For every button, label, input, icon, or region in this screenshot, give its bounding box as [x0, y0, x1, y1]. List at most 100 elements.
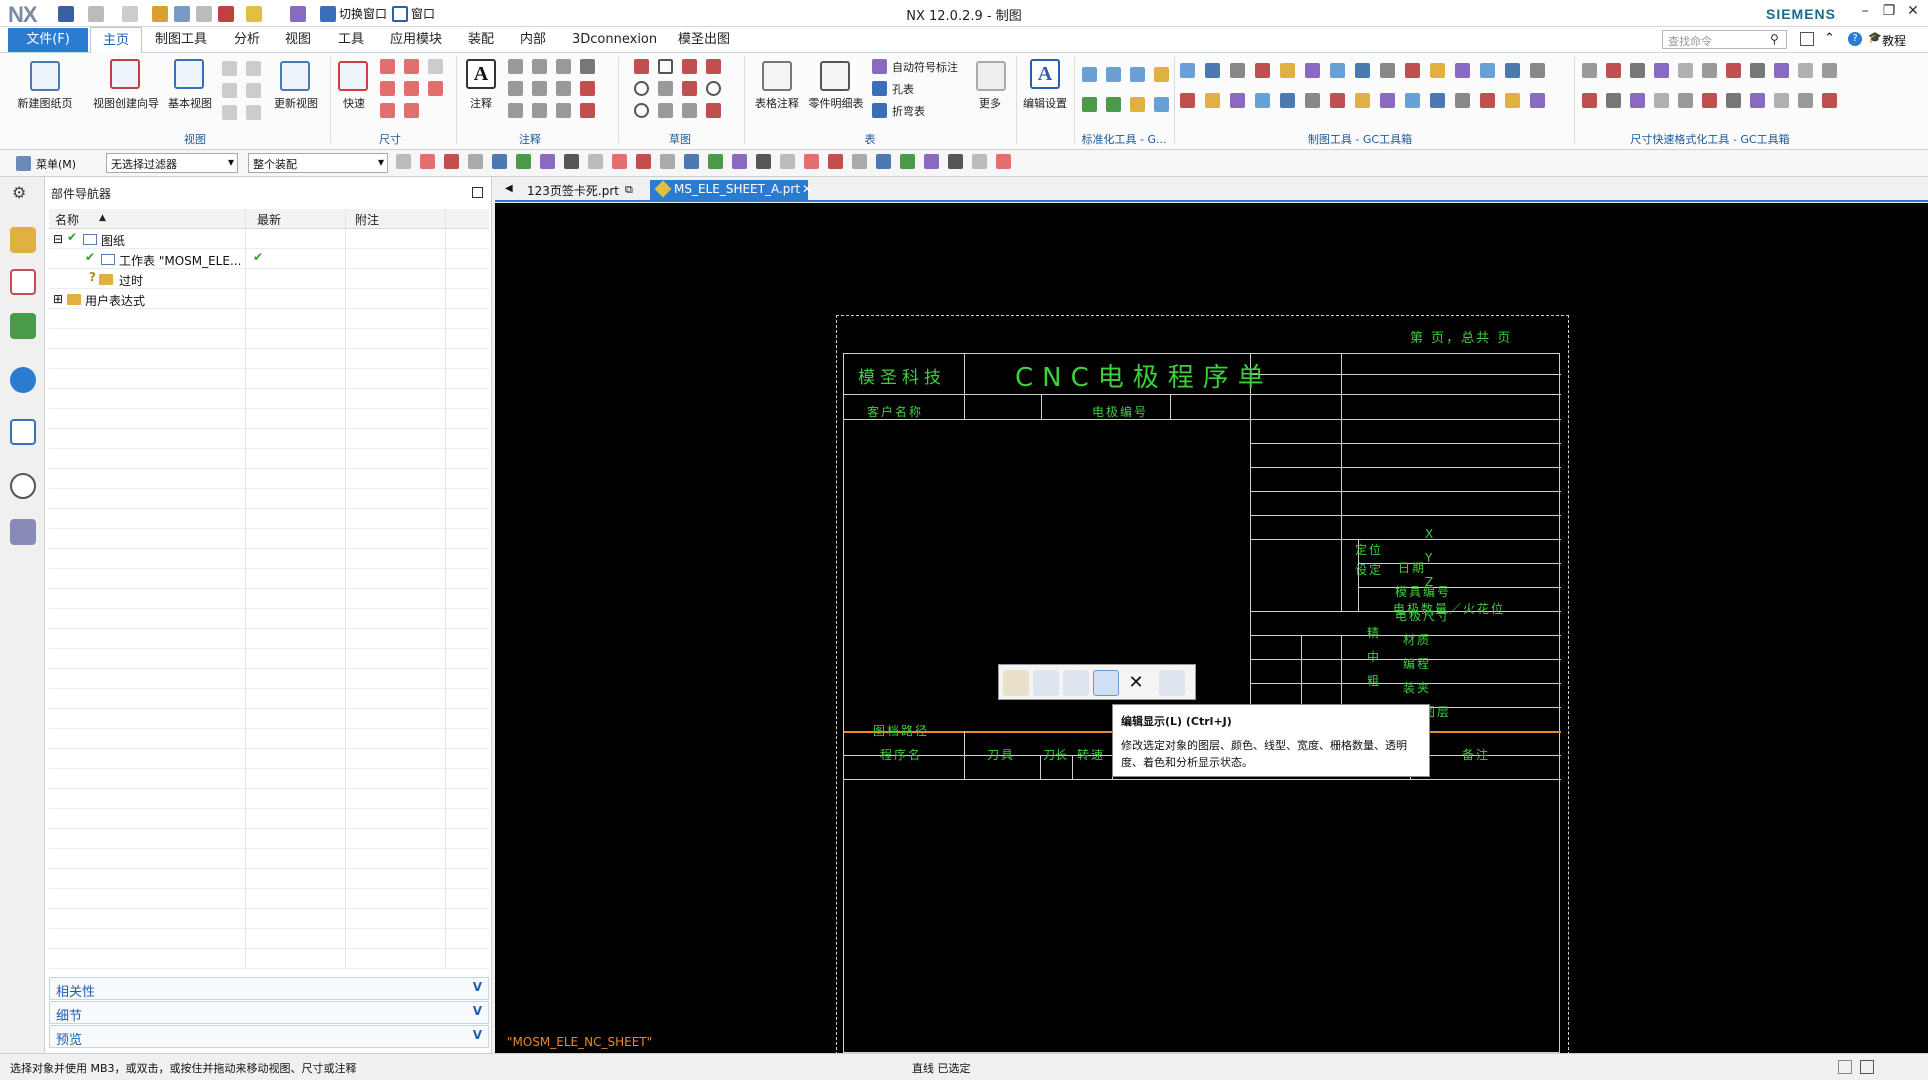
file-menu-tab[interactable]: 文件(F) [8, 28, 88, 52]
snap-icon[interactable] [828, 154, 843, 169]
window-menu-button[interactable]: 窗口 [411, 5, 435, 22]
tutorial-link[interactable]: 教程 [1882, 32, 1906, 49]
drawing-tool-icon[interactable] [1405, 93, 1420, 108]
tab-applications[interactable]: 应用模块 [378, 27, 454, 53]
dim-format-icon[interactable] [1774, 63, 1789, 78]
view-boundary-icon[interactable] [222, 105, 237, 120]
scope-select[interactable]: 整个装配 [248, 153, 388, 173]
repeat-command-icon[interactable] [218, 6, 234, 22]
std-tool-icon[interactable] [1130, 67, 1145, 82]
symbol-icon[interactable] [556, 59, 571, 74]
drawing-tool-icon[interactable] [1255, 63, 1270, 78]
style-icon[interactable] [1033, 670, 1059, 696]
dim-format-icon[interactable] [1678, 63, 1693, 78]
area-fill-icon[interactable] [580, 103, 595, 118]
projected-view-icon[interactable] [222, 61, 237, 76]
view-wizard-icon[interactable] [110, 59, 140, 89]
dim-format-icon[interactable] [1582, 63, 1597, 78]
ribbon-collapse-icon[interactable]: ⌃ [1824, 31, 1835, 46]
auto-balloon-button[interactable]: 自动符号标注 [892, 59, 958, 75]
snap-icon[interactable] [492, 154, 507, 169]
snap-icon[interactable] [396, 154, 411, 169]
hd3d-tools-icon[interactable] [10, 367, 36, 393]
dim-format-icon[interactable] [1726, 63, 1741, 78]
rapid-dimension-icon[interactable] [338, 61, 368, 91]
dim-format-icon[interactable] [1702, 63, 1717, 78]
maximize-panel-icon[interactable] [472, 187, 483, 198]
std-tool-icon[interactable] [1106, 67, 1121, 82]
fillet-icon[interactable] [682, 103, 697, 118]
snap-icon[interactable] [588, 154, 603, 169]
tab-assembly[interactable]: 装配 [456, 27, 506, 53]
edit-object-icon[interactable] [1003, 670, 1029, 696]
snap-icon[interactable] [732, 154, 747, 169]
thickness-dim-icon[interactable] [404, 81, 419, 96]
redo-icon[interactable] [122, 6, 138, 22]
doc-tab-1[interactable]: 123页签卡死.prt [519, 180, 627, 202]
drawing-tool-icon[interactable] [1505, 93, 1520, 108]
perimeter-dim-icon[interactable] [404, 103, 419, 118]
drawing-tool-icon[interactable] [1480, 93, 1495, 108]
circle-icon[interactable] [634, 81, 649, 96]
snap-icon[interactable] [780, 154, 795, 169]
dim-format-icon[interactable] [1582, 93, 1597, 108]
table-row[interactable] [49, 469, 489, 489]
detail-view-icon[interactable] [222, 83, 237, 98]
drawing-tool-icon[interactable] [1380, 93, 1395, 108]
drawing-tool-icon[interactable] [1305, 63, 1320, 78]
save-icon[interactable] [58, 6, 74, 22]
drawing-tool-icon[interactable] [1180, 93, 1195, 108]
drawing-tool-icon[interactable] [1380, 63, 1395, 78]
snap-icon[interactable] [636, 154, 651, 169]
properties-icon[interactable] [1063, 670, 1089, 696]
tab-3dconnexion[interactable]: 3Dconnexion [560, 27, 669, 53]
dim-format-icon[interactable] [1726, 93, 1741, 108]
table-row[interactable] [49, 849, 489, 869]
std-tool-icon[interactable] [1154, 97, 1169, 112]
table-row[interactable] [49, 929, 489, 949]
dim-format-icon[interactable] [1750, 93, 1765, 108]
dim-format-icon[interactable] [1798, 93, 1813, 108]
snap-icon[interactable] [708, 154, 723, 169]
tab-scroll-left-icon[interactable]: ◀ [505, 183, 513, 194]
close-tab-icon[interactable]: ✕ [802, 182, 812, 196]
table-row[interactable] [49, 749, 489, 769]
close-button[interactable]: ✕ [1902, 3, 1924, 23]
feature-control-icon[interactable] [508, 59, 523, 74]
std-tool-icon[interactable] [1130, 97, 1145, 112]
drawing-tool-icon[interactable] [1205, 63, 1220, 78]
table-row[interactable] [49, 789, 489, 809]
conic-icon[interactable] [658, 103, 673, 118]
snap-icon[interactable] [852, 154, 867, 169]
table-row[interactable] [49, 949, 489, 969]
assembly-navigator-icon[interactable] [10, 227, 36, 253]
table-row[interactable] [49, 589, 489, 609]
std-tool-icon[interactable] [1082, 97, 1097, 112]
dim-format-icon[interactable] [1774, 93, 1789, 108]
studio-spline-icon[interactable] [682, 81, 697, 96]
center-mark-icon[interactable] [580, 59, 595, 74]
dim-format-icon[interactable] [1750, 63, 1765, 78]
reuse-library-icon[interactable] [10, 313, 36, 339]
command-search-input[interactable]: 查找命令 [1662, 30, 1787, 49]
std-tool-icon[interactable] [1082, 67, 1097, 82]
table-row[interactable] [49, 429, 489, 449]
hole-table-button[interactable]: 孔表 [892, 81, 914, 97]
note-icon[interactable]: A [466, 59, 496, 89]
table-row[interactable] [49, 889, 489, 909]
table-row[interactable] [49, 489, 489, 509]
dim-format-icon[interactable] [1798, 63, 1813, 78]
snap-icon[interactable] [900, 154, 915, 169]
dim-format-icon[interactable] [1606, 63, 1621, 78]
weld-icon[interactable] [508, 81, 523, 96]
drawing-canvas[interactable]: 第 页，总共 页 模圣科技 CNC电极程序单 客户名称 电极编号 日期 模具编号… [495, 203, 1928, 1053]
tab-detach-icon[interactable]: ⧉ [625, 183, 633, 197]
column-name[interactable]: 名称 [55, 211, 79, 228]
tree-item-outdated[interactable]: 过时 [119, 272, 143, 289]
table-row[interactable] [49, 269, 489, 289]
drawing-tool-icon[interactable] [1230, 93, 1245, 108]
snap-icon[interactable] [444, 154, 459, 169]
surface-finish-icon[interactable] [532, 81, 547, 96]
table-row[interactable] [49, 569, 489, 589]
drawing-tool-icon[interactable] [1205, 93, 1220, 108]
